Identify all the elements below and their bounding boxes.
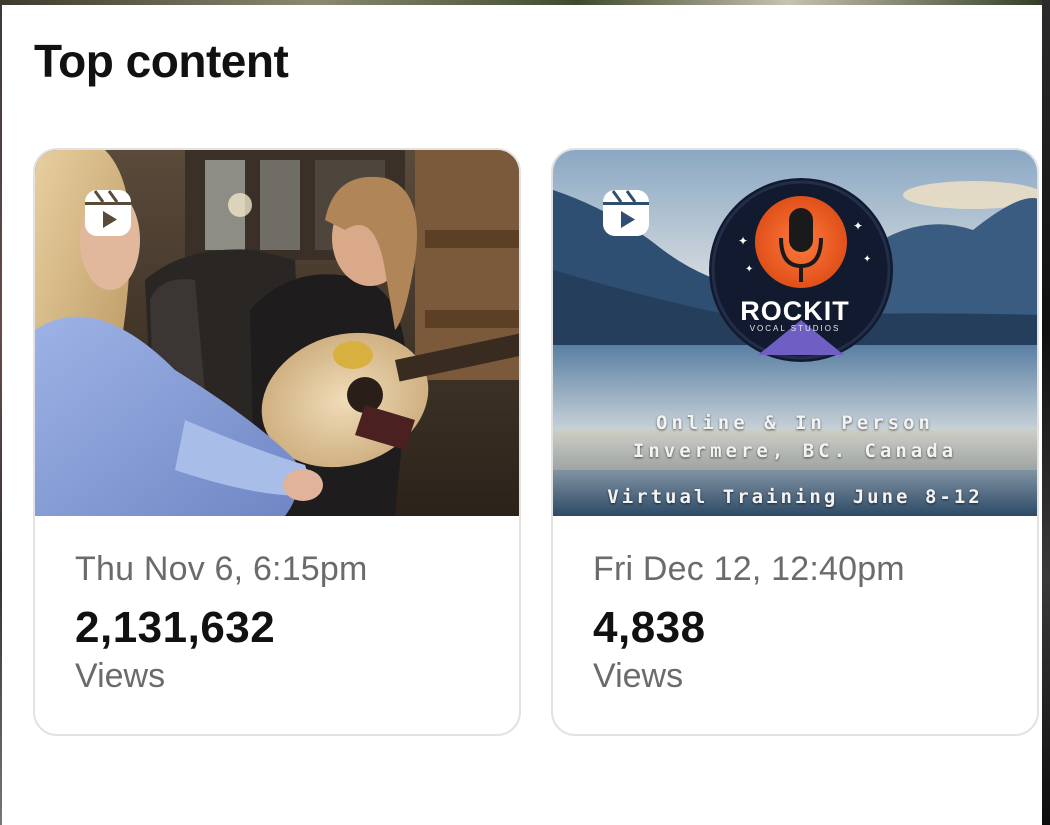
post-date: Thu Nov 6, 6:15pm xyxy=(75,550,368,588)
top-content-card[interactable]: Thu Nov 6, 6:15pm 2,131,632 Views xyxy=(33,148,521,736)
metric-label: Views xyxy=(593,657,684,695)
thumbnail-logo-text: ROCKIT xyxy=(740,296,850,326)
background-edge-left xyxy=(0,0,2,825)
view-count: 2,131,632 xyxy=(75,603,276,652)
background-strip xyxy=(0,0,1050,5)
reel-thumbnail[interactable]: ✦ ✦ ✦ ✦ ROCKIT VOCAL STUDIOS Online & In… xyxy=(553,150,1037,516)
svg-text:✦: ✦ xyxy=(745,264,753,275)
card-meta: Fri Dec 12, 12:40pm 4,838 Views xyxy=(593,550,1017,696)
background-edge-right xyxy=(1042,0,1050,825)
view-count: 4,838 xyxy=(593,603,706,652)
svg-text:✦: ✦ xyxy=(863,254,871,265)
svg-text:✦: ✦ xyxy=(853,219,863,233)
reel-icon xyxy=(83,188,133,238)
post-date: Fri Dec 12, 12:40pm xyxy=(593,550,905,588)
section-title: Top content xyxy=(34,35,289,87)
card-meta: Thu Nov 6, 6:15pm 2,131,632 Views xyxy=(75,550,499,696)
svg-text:✦: ✦ xyxy=(738,234,748,248)
reel-icon xyxy=(601,188,651,238)
thumbnail-logo-subtext: VOCAL STUDIOS xyxy=(749,324,841,333)
thumbnail-caption-line-3: Virtual Training June 8-12 xyxy=(607,486,983,508)
top-content-card[interactable]: ✦ ✦ ✦ ✦ ROCKIT VOCAL STUDIOS Online & In… xyxy=(551,148,1039,736)
reel-thumbnail[interactable] xyxy=(35,150,519,516)
thumbnail-caption-line-1: Online & In Person xyxy=(656,412,934,434)
metric-label: Views xyxy=(75,657,166,695)
thumbnail-caption-line-2: Invermere, BC. Canada xyxy=(632,440,958,462)
